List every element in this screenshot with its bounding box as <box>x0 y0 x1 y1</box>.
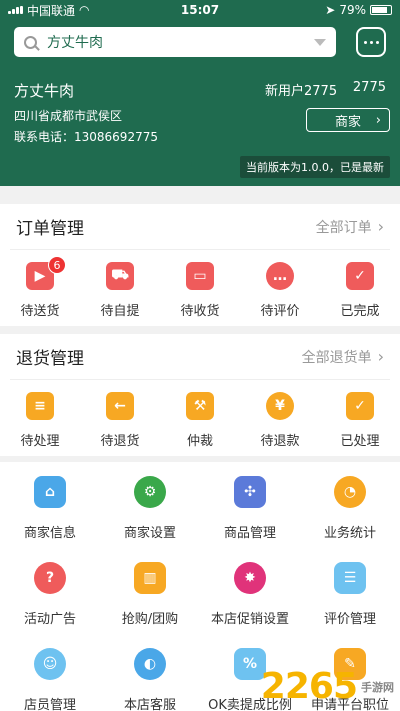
box-icon: ▭ <box>186 262 214 290</box>
order-badge: 6 <box>48 256 66 274</box>
truck-icon: ▶ 6 <box>26 256 66 290</box>
cart-icon: ⛟ <box>106 262 134 290</box>
return-pending[interactable]: ≡ 待处理 <box>4 392 76 449</box>
all-returns-label: 全部退货单 <box>301 349 372 366</box>
grid-item-ads[interactable]: ? 活动广告 <box>0 562 100 634</box>
service-icon: ◐ <box>134 648 166 680</box>
shop-phone: 联系电话：13086692775 <box>14 130 158 144</box>
carrier-label: 中国联通 <box>27 3 76 18</box>
clock-doc-icon: ≡ <box>26 392 54 420</box>
return-item-label: 仲裁 <box>186 434 213 449</box>
order-pending-pickup[interactable]: ⛟ 待自提 <box>84 262 156 319</box>
return-management-card: 退货管理 全部退货单 › ≡ 待处理 ← 待退货 ⚒ 仲裁 ¥ 待退款 ✓ 已处… <box>0 334 400 456</box>
chevron-right-icon: › <box>375 112 381 128</box>
grid-item-label: 评价管理 <box>323 612 376 627</box>
grid-item-review-management[interactable]: ☰ 评价管理 <box>300 562 400 634</box>
watermark-logo: 2265 手游网 <box>261 666 394 707</box>
search-icon <box>24 35 37 49</box>
battery-icon <box>370 5 392 15</box>
shop-name: 方丈牛肉 <box>14 82 75 100</box>
order-item-label: 待送货 <box>20 304 60 319</box>
message-button[interactable] <box>356 27 386 57</box>
review-icon: ☰ <box>334 562 366 594</box>
location-icon: ➤ <box>325 3 336 17</box>
grid-item-label: 商品管理 <box>223 526 276 541</box>
search-box[interactable] <box>14 27 336 57</box>
grid-item-store-info[interactable]: ⌂ 商家信息 <box>0 476 100 548</box>
store-header: 中国联通 ◠ 15:07 ➤ 79% 方丈牛肉 四川省成都市武侯区 联系电话：1… <box>0 0 400 186</box>
return-item-label: 待退款 <box>260 434 300 449</box>
grid-item-label: 本店客服 <box>123 698 176 711</box>
store-icon: ⌂ <box>34 476 66 508</box>
grid-item-label: 活动广告 <box>23 612 76 627</box>
order-pending-receipt[interactable]: ▭ 待收货 <box>164 262 236 319</box>
grid-item-label: 本店促销设置 <box>210 612 289 627</box>
yen-icon: ¥ <box>266 392 294 420</box>
order-item-label: 已完成 <box>340 304 380 319</box>
gear-icon: ⚙ <box>134 476 166 508</box>
order-pending-delivery[interactable]: ▶ 6 待送货 <box>4 256 76 319</box>
version-notice: 当前版本为1.0.0，已是最新 <box>240 156 390 178</box>
grid-item-store-settings[interactable]: ⚙ 商家设置 <box>100 476 200 548</box>
order-completed[interactable]: ✓ 已完成 <box>324 262 396 319</box>
return-management-title: 退货管理 <box>16 349 84 369</box>
dropdown-arrow-icon[interactable] <box>314 38 326 46</box>
grid-item-label: 抢购/团购 <box>121 612 179 627</box>
grid-item-promotion-settings[interactable]: ✸ 本店促销设置 <box>200 562 300 634</box>
grid-item-label: 商家信息 <box>23 526 76 541</box>
pie-chart-icon: ◔ <box>334 476 366 508</box>
return-arbitration[interactable]: ⚒ 仲裁 <box>164 392 236 449</box>
search-input[interactable] <box>47 34 314 50</box>
all-orders-link[interactable]: 全部订单 › <box>316 217 384 237</box>
grid-item-staff-management[interactable]: ☺ 店员管理 <box>0 648 100 711</box>
order-management-title: 订单管理 <box>16 219 84 239</box>
order-management-card: 订单管理 全部订单 › ▶ 6 待送货 ⛟ 待自提 ▭ 待收货 … 待评价 ✓ 已… <box>0 204 400 326</box>
grid-item-flash-sale[interactable]: ▥ 抢购/团购 <box>100 562 200 634</box>
grid-item-product-management[interactable]: ✣ 商品管理 <box>200 476 300 548</box>
grid-item-label: 店员管理 <box>23 698 76 711</box>
return-item-label: 已处理 <box>340 434 380 449</box>
chevron-right-icon: › <box>377 347 384 366</box>
order-item-label: 待评价 <box>260 304 300 319</box>
grid-item-business-stats[interactable]: ◔ 业务统计 <box>300 476 400 548</box>
return-item-label: 待退货 <box>100 434 140 449</box>
product-grid-icon: ✣ <box>234 476 266 508</box>
return-item-label: 待处理 <box>20 434 60 449</box>
watermark-number: 2265 <box>260 666 358 707</box>
shop-address: 四川省成都市武侯区 <box>14 109 123 123</box>
grid-item-customer-service[interactable]: ◐ 本店客服 <box>100 648 200 711</box>
merchant-button-label: 商家 <box>334 114 361 130</box>
signal-icon <box>8 6 23 14</box>
balloon-icon: ? <box>34 562 66 594</box>
shopping-bag-icon: ▥ <box>134 562 166 594</box>
order-pending-review[interactable]: … 待评价 <box>244 262 316 319</box>
return-processed[interactable]: ✓ 已处理 <box>324 392 396 449</box>
order-item-label: 待收货 <box>180 304 220 319</box>
new-users-label: 新用户2775 <box>265 84 338 99</box>
check-icon: ✓ <box>346 392 374 420</box>
order-item-label: 待自提 <box>100 304 140 319</box>
promo-icon: ✸ <box>234 562 266 594</box>
all-returns-link[interactable]: 全部退货单 › <box>302 347 384 367</box>
watermark-text: 手游网 <box>361 680 394 694</box>
done-icon: ✓ <box>346 262 374 290</box>
status-bar: 中国联通 ◠ 15:07 ➤ 79% <box>0 0 400 20</box>
chevron-right-icon: › <box>377 217 384 236</box>
grid-item-label: 业务统计 <box>323 526 376 541</box>
all-orders-label: 全部订单 <box>315 219 372 236</box>
grid-item-label: 商家设置 <box>123 526 176 541</box>
comment-icon: … <box>266 262 294 290</box>
return-pending-refund[interactable]: ¥ 待退款 <box>244 392 316 449</box>
battery-percent: 79% <box>339 3 366 17</box>
message-icon <box>363 40 367 44</box>
wifi-icon: ◠ <box>79 3 90 17</box>
staff-icon: ☺ <box>34 648 66 680</box>
return-awaiting-goods[interactable]: ← 待退货 <box>84 392 156 449</box>
gavel-icon: ⚒ <box>186 392 214 420</box>
new-users-count: 2775 <box>352 80 386 95</box>
return-icon: ← <box>106 392 134 420</box>
merchant-button[interactable]: 商家 › <box>306 108 390 132</box>
